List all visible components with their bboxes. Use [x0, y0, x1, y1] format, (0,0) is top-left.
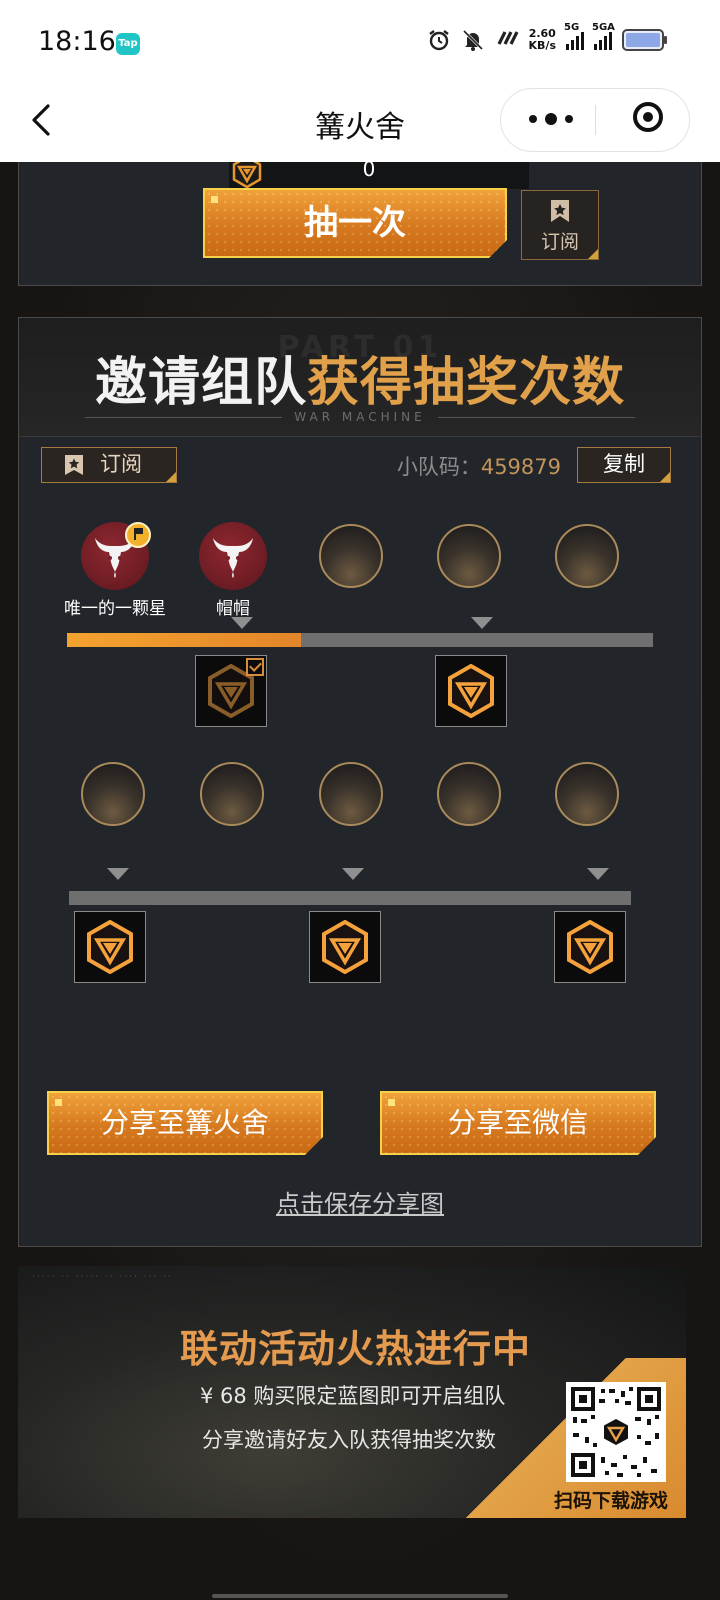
mini-program-nav: 篝火舍 [0, 84, 720, 162]
copy-label: 复制 [603, 452, 645, 476]
banner-subtitle: WAR MACHINE [294, 410, 426, 424]
team-code-label: 小队码： [396, 455, 481, 479]
claimed-check-icon [246, 658, 264, 676]
share-wechat-label: 分享至微信 [447, 1106, 588, 1139]
headline-white: 邀请组队 [94, 353, 307, 413]
banner-fine-print: ····· ·· ····· ·· ···· ··· ·· [32, 1272, 173, 1282]
member-avatar-2[interactable] [199, 522, 267, 590]
invite-team-panel: PART 01 邀请组队获得抽奖次数 WAR MACHINE 订阅 小队码：45… [18, 317, 702, 1247]
milestone-marker [587, 868, 609, 880]
target-icon[interactable] [633, 102, 663, 132]
status-bar: 18:16 Tap 2.60 KB/s 5G 5GA [0, 0, 720, 84]
empty-member-slot[interactable] [200, 762, 264, 826]
empty-member-slot[interactable] [437, 524, 501, 588]
headline-gold: 获得抽奖次数 [307, 353, 626, 413]
reward-box-claimed[interactable] [195, 655, 267, 727]
milestone-marker [471, 617, 493, 629]
member-name-2: 帽帽 [216, 599, 250, 619]
reward-box[interactable] [435, 655, 507, 727]
status-time: 18:16 [38, 26, 116, 57]
signal-icon-2: 5GA [592, 22, 615, 50]
tap-app-badge: Tap [116, 33, 140, 55]
ticket-hex-icon [87, 920, 133, 974]
promo-banner[interactable]: ····· ·· ····· ·· ···· ··· ·· 联动活动火热进行中 … [18, 1266, 686, 1518]
ticket-icon [230, 162, 264, 189]
member-avatar-1[interactable] [81, 522, 151, 590]
home-indicator[interactable] [212, 1594, 508, 1598]
team-code-value: 459879 [480, 455, 561, 479]
mute-icon [461, 28, 485, 52]
signal-label: 5G [564, 22, 580, 33]
draw-panel: 0 抽一次 订阅 [18, 162, 702, 286]
qr-label: 扫码下载游戏 [554, 1490, 669, 1512]
qr-code[interactable] [566, 1382, 666, 1482]
reward-box[interactable] [309, 911, 381, 983]
team-progress-bar-1 [67, 633, 653, 647]
invite-headline: 邀请组队获得抽奖次数 [19, 340, 701, 415]
empty-member-slot[interactable] [319, 762, 383, 826]
copy-team-code-button[interactable]: 复制 [577, 447, 671, 483]
empty-member-slot[interactable] [555, 762, 619, 826]
net-speed: 2.60 KB/s [529, 28, 556, 52]
draw-once-button[interactable]: 抽一次 [203, 188, 507, 258]
empty-member-slot[interactable] [81, 762, 145, 826]
bull-head-icon [213, 538, 253, 578]
alarm-icon [427, 28, 451, 52]
signal-icon: 5G [564, 22, 584, 50]
ticket-hex-icon [567, 920, 613, 974]
team-progress-fill-1 [67, 633, 302, 647]
ticket-hex-icon [448, 664, 494, 718]
empty-member-slot[interactable] [437, 762, 501, 826]
milestone-marker [342, 868, 364, 880]
share-to-wechat-button[interactable]: 分享至微信 [380, 1091, 656, 1155]
status-icons: 2.60 KB/s 5G 5GA [427, 22, 667, 52]
ticket-count: 0 [362, 162, 376, 181]
subscribe-label: 订阅 [100, 452, 142, 476]
draw-once-label: 抽一次 [304, 203, 406, 243]
leader-flag-icon [125, 522, 151, 548]
team-code: 小队码：459879 [397, 451, 561, 481]
share-feed-label: 分享至篝火舍 [100, 1106, 269, 1139]
milestone-marker [231, 617, 253, 629]
subscribe-button[interactable]: 订阅 [41, 447, 177, 483]
net-speed-unit: KB/s [528, 39, 556, 52]
battery-icon [622, 29, 667, 51]
subscribe-label-top: 订阅 [540, 231, 579, 253]
milestone-marker [107, 868, 129, 880]
bookmark-star-icon [551, 200, 569, 222]
save-share-image-link[interactable]: 点击保存分享图 [19, 1184, 701, 1219]
capsule-divider [595, 105, 596, 135]
invite-banner: PART 01 邀请组队获得抽奖次数 WAR MACHINE [19, 318, 701, 437]
reward-box[interactable] [554, 911, 626, 983]
subscribe-button-top[interactable]: 订阅 [521, 190, 599, 260]
network-brand-icon [495, 28, 519, 52]
ticket-hex-icon [322, 920, 368, 974]
signal-label-2: 5GA [592, 22, 615, 33]
team-progress-bar-2 [69, 891, 631, 905]
bookmark-star-icon [65, 455, 83, 475]
empty-member-slot[interactable] [555, 524, 619, 588]
empty-member-slot[interactable] [319, 524, 383, 588]
capsule-menu [500, 88, 690, 152]
reward-box[interactable] [74, 911, 146, 983]
page-content: 0 抽一次 订阅 PART 01 邀请组队获得抽奖次数 WAR MACHINE [0, 162, 720, 1600]
more-dots-icon[interactable] [529, 113, 573, 125]
share-to-feed-button[interactable]: 分享至篝火舍 [47, 1091, 323, 1155]
banner-subline: WAR MACHINE [85, 410, 636, 424]
